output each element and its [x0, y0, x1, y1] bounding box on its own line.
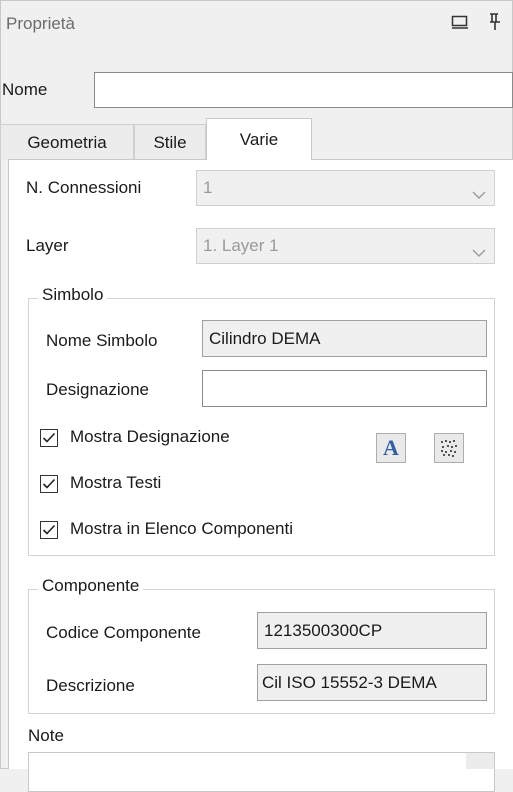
window-restore-icon[interactable] [448, 10, 472, 34]
connessioni-label: N. Connessioni [26, 178, 142, 197]
layer-select[interactable]: 1. Layer 1 [196, 228, 495, 264]
codice-componente-field: 1213500300CP [257, 612, 487, 649]
tab-varie[interactable]: Varie [206, 118, 312, 160]
tab-stile[interactable]: Stile [134, 124, 206, 160]
mostra-elenco-checkbox[interactable] [40, 521, 58, 539]
name-input[interactable] [94, 72, 513, 108]
mostra-elenco-label: Mostra in Elenco Componenti [70, 519, 294, 538]
designazione-label: Designazione [46, 380, 150, 399]
nome-simbolo-label: Nome Simbolo [46, 331, 158, 350]
note-label: Note [28, 726, 64, 745]
designazione-input[interactable] [202, 370, 487, 407]
simbolo-group-title: Simbolo [38, 285, 108, 305]
descrizione-field: Cil ISO 15552-3 DEMA [257, 664, 487, 701]
font-icon: A [383, 435, 399, 460]
note-textarea[interactable] [28, 752, 495, 792]
connessioni-select[interactable]: 1 [196, 170, 495, 206]
chevron-down-icon [472, 242, 486, 262]
layer-value: 1. Layer 1 [203, 236, 279, 255]
pattern-button[interactable] [434, 433, 464, 463]
descrizione-label: Descrizione [46, 676, 135, 695]
chevron-down-icon [472, 184, 486, 204]
layer-label: Layer [26, 236, 69, 255]
mostra-designazione-label: Mostra Designazione [70, 427, 230, 446]
pin-icon[interactable] [483, 10, 507, 34]
mostra-testi-label: Mostra Testi [70, 473, 162, 492]
name-label: Nome [2, 80, 48, 99]
pattern-icon [441, 440, 457, 457]
componente-group-title: Componente [38, 576, 144, 596]
panel-title: Proprietà [6, 14, 75, 33]
tab-geometria[interactable]: Geometria [0, 124, 134, 160]
note-scrollbar[interactable] [466, 753, 494, 769]
codice-componente-label: Codice Componente [46, 623, 201, 642]
mostra-testi-checkbox[interactable] [40, 475, 58, 493]
connessioni-value: 1 [203, 178, 213, 197]
nome-simbolo-field: Cilindro DEMA [202, 320, 487, 357]
mostra-designazione-checkbox[interactable] [40, 429, 58, 447]
font-button[interactable]: A [376, 433, 406, 463]
